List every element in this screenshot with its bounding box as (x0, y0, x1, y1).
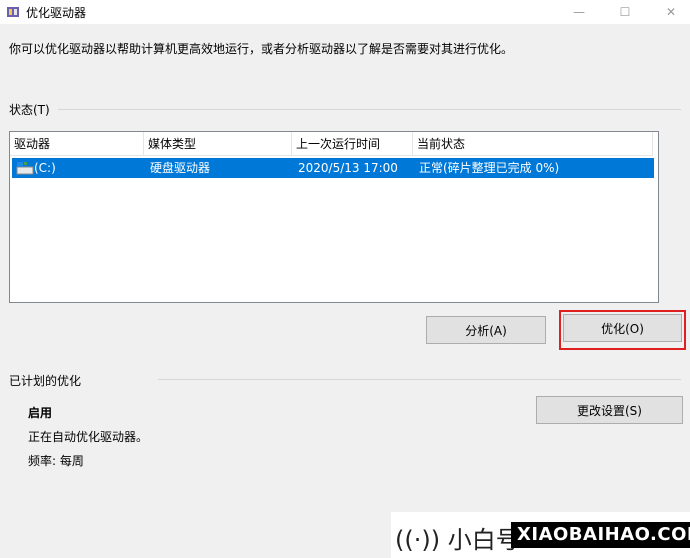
watermark-logo: ((·)) 小白号 (395, 526, 520, 554)
change-settings-button[interactable]: 更改设置(S) (536, 396, 683, 424)
column-header-last-run[interactable]: 上一次运行时间 (292, 132, 413, 156)
last-run-time: 2020/5/13 17:00 (298, 161, 398, 175)
table-row[interactable]: (C:) 硬盘驱动器 2020/5/13 17:00 正常(碎片整理已完成 0%… (12, 158, 654, 178)
description-text: 你可以优化驱动器以帮助计算机更高效地运行，或者分析驱动器以了解是否需要对其进行优… (9, 42, 514, 56)
column-header-drive[interactable]: 驱动器 (10, 132, 144, 156)
status-label: 状态(T) (9, 103, 50, 117)
column-header-status[interactable]: 当前状态 (413, 132, 653, 156)
close-button[interactable]: ✕ (648, 0, 690, 24)
list-header: 驱动器 媒体类型 上一次运行时间 当前状态 (10, 132, 658, 156)
current-status: 正常(碎片整理已完成 0%) (419, 161, 560, 175)
drive-name: (C:) (34, 161, 56, 175)
media-type: 硬盘驱动器 (150, 161, 211, 175)
scheduled-label: 已计划的优化 (9, 374, 82, 388)
schedule-state: 启用 (28, 406, 53, 420)
window-title: 优化驱动器 (26, 6, 87, 20)
minimize-icon: — (573, 5, 585, 19)
hard-drive-icon (16, 162, 34, 175)
maximize-icon: ☐ (619, 5, 631, 19)
scheduled-divider (158, 379, 681, 380)
maximize-button[interactable]: ☐ (602, 0, 648, 24)
defrag-app-icon (7, 7, 19, 17)
minimize-button[interactable]: — (556, 0, 602, 24)
status-divider (58, 109, 681, 110)
close-icon: ✕ (665, 5, 677, 19)
analyze-button[interactable]: 分析(A) (426, 316, 546, 344)
schedule-frequency: 频率: 每周 (28, 454, 84, 468)
optimize-highlight-box (559, 310, 686, 350)
watermark-brand: XIAOBAIHAO.COM (511, 522, 690, 548)
drive-list[interactable]: 驱动器 媒体类型 上一次运行时间 当前状态 (C:) 硬盘驱动器 2020/5/… (9, 131, 659, 303)
watermark-bar: ((·)) 小白号 XIAOBAIHAO.COM (391, 512, 690, 558)
column-header-media[interactable]: 媒体类型 (144, 132, 292, 156)
schedule-detail: 正在自动优化驱动器。 (28, 430, 149, 444)
title-bar: 优化驱动器 — ☐ ✕ (0, 0, 690, 24)
